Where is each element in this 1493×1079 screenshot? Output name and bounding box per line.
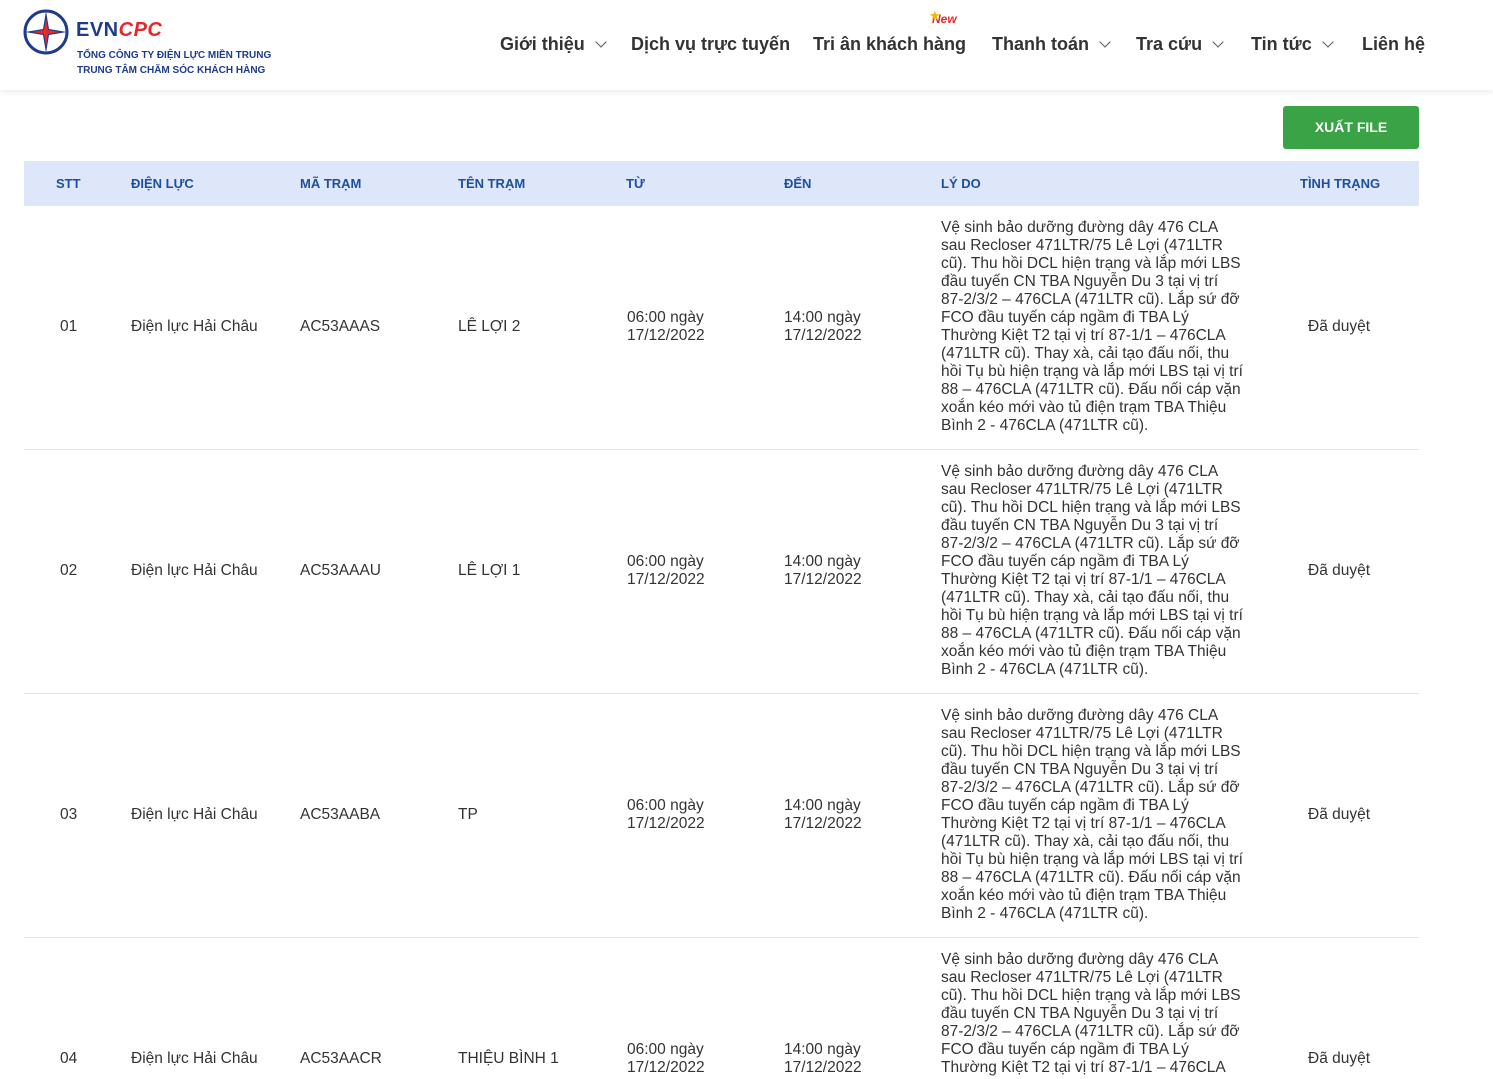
nav-label: Dịch vụ trực tuyến — [631, 34, 791, 54]
outage-table: STT ĐIỆN LỰC MÃ TRẠM TÊN TRẠM TỪ ĐẾN LÝ … — [24, 161, 1419, 1079]
col-header-ly-do: LÝ DO — [941, 176, 981, 191]
chevron-down-icon — [1099, 36, 1111, 48]
cell-tu: 06:00 ngày 17/12/2022 — [627, 553, 705, 588]
cell-stt: 02 — [60, 562, 78, 579]
nav-label: Giới thiệu — [500, 34, 585, 54]
col-header-dien-luc: ĐIỆN LỰC — [131, 176, 194, 191]
star-icon: ★ — [929, 8, 941, 23]
cell-ma-tram: AC53AAAS — [300, 318, 381, 335]
table-row: 04 Điện lực Hải Châu AC53AACR THIỆU BÌNH… — [24, 938, 1419, 1079]
cell-den: 14:00 ngày 17/12/2022 — [784, 309, 862, 344]
cell-tu: 06:00 ngày 17/12/2022 — [627, 797, 705, 832]
nav-lien-he[interactable]: Liên hệ — [1362, 32, 1425, 56]
nav-label: Tra cứu — [1136, 34, 1203, 54]
logo-center-name: TRUNG TÂM CHĂM SÓC KHÁCH HÀNG — [77, 65, 266, 76]
cell-den: 14:00 ngày 17/12/2022 — [784, 553, 862, 588]
cell-tinh-trang: Đã duyệt — [1308, 318, 1371, 335]
evn-lightning-icon — [23, 9, 69, 55]
cell-dien-luc: Điện lực Hải Châu — [131, 806, 258, 823]
cell-ten-tram: LÊ LỢI 2 — [458, 318, 521, 335]
cell-ma-tram: AC53AAAU — [300, 562, 381, 579]
brand-cpc: CPC — [118, 19, 163, 41]
nav-tra-cuu[interactable]: Tra cứu — [1136, 32, 1224, 56]
cell-tinh-trang: Đã duyệt — [1308, 806, 1371, 823]
nav-label: Tin tức — [1251, 34, 1312, 54]
nav-tri-an-khach-hang[interactable]: Tri ân khách hàng — [813, 32, 966, 56]
nav-label: Tri ân khách hàng — [813, 34, 967, 54]
col-header-tinh-trang: TÌNH TRẠNG — [1300, 176, 1381, 191]
table-row: 02 Điện lực Hải Châu AC53AAAU LÊ LỢI 1 0… — [24, 450, 1419, 694]
table-row: 03 Điện lực Hải Châu AC53AABA TP 06:00 n… — [24, 694, 1419, 938]
cell-stt: 03 — [60, 806, 78, 823]
brand-evn: EVN — [76, 19, 119, 41]
cell-den: 14:00 ngày 17/12/2022 — [784, 1041, 862, 1076]
col-header-stt: STT — [56, 176, 81, 191]
evncpc-logo[interactable]: EVNCPC TỔNG CÔNG TY ĐIỆN LỰC MIỀN TRUNG … — [22, 8, 292, 80]
col-header-tu: TỪ — [626, 176, 645, 191]
cell-ly-do: Vệ sinh bảo dưỡng đường dây 476 CLA sau … — [941, 219, 1243, 434]
cell-tinh-trang: Đã duyệt — [1308, 562, 1371, 579]
cell-tinh-trang: Đã duyệt — [1308, 1050, 1371, 1067]
cell-ly-do: Vệ sinh bảo dưỡng đường dây 476 CLA sau … — [941, 707, 1243, 922]
new-badge: ★ New — [929, 8, 957, 27]
chevron-down-icon — [1322, 36, 1334, 48]
site-header: EVNCPC TỔNG CÔNG TY ĐIỆN LỰC MIỀN TRUNG … — [0, 0, 1493, 90]
cell-dien-luc: Điện lực Hải Châu — [131, 562, 258, 579]
cell-den: 14:00 ngày 17/12/2022 — [784, 797, 862, 832]
cell-ma-tram: AC53AABA — [300, 806, 381, 823]
logo-company-name: TỔNG CÔNG TY ĐIỆN LỰC MIỀN TRUNG — [77, 50, 272, 61]
nav-thanh-toan[interactable]: Thanh toán — [992, 32, 1111, 56]
col-header-den: ĐẾN — [784, 176, 812, 191]
nav-tin-tuc[interactable]: Tin tức — [1251, 32, 1334, 56]
col-header-ten-tram: TÊN TRẠM — [458, 176, 526, 191]
nav-gioi-thieu[interactable]: Giới thiệu — [500, 32, 607, 56]
chevron-down-icon — [1212, 36, 1224, 48]
chevron-down-icon — [595, 36, 607, 48]
table-row: 01 Điện lực Hải Châu AC53AAAS LÊ LỢI 2 0… — [24, 206, 1419, 450]
cell-stt: 04 — [60, 1050, 78, 1067]
col-header-ma-tram: MÃ TRẠM — [300, 176, 362, 191]
cell-ten-tram: LÊ LỢI 1 — [458, 562, 521, 579]
table-header: STT ĐIỆN LỰC MÃ TRẠM TÊN TRẠM TỪ ĐẾN LÝ … — [24, 161, 1419, 206]
export-file-button[interactable]: XUẤT FILE — [1283, 106, 1419, 149]
cell-stt: 01 — [60, 318, 78, 335]
nav-label: Thanh toán — [992, 34, 1089, 54]
cell-dien-luc: Điện lực Hải Châu — [131, 1050, 258, 1067]
logo-brand: EVNCPC — [76, 18, 162, 42]
cell-tu: 06:00 ngày 17/12/2022 — [627, 1041, 705, 1076]
cell-tu: 06:00 ngày 17/12/2022 — [627, 309, 705, 344]
nav-label: Liên hệ — [1362, 34, 1426, 54]
cell-dien-luc: Điện lực Hải Châu — [131, 318, 258, 335]
cell-ten-tram: THIỆU BÌNH 1 — [458, 1050, 559, 1067]
cell-ten-tram: TP — [458, 806, 478, 823]
cell-ly-do: Vệ sinh bảo dưỡng đường dây 476 CLA sau … — [941, 951, 1241, 1076]
cell-ly-do: Vệ sinh bảo dưỡng đường dây 476 CLA sau … — [941, 463, 1243, 678]
nav-dich-vu-truc-tuyen[interactable]: Dịch vụ trực tuyến — [631, 32, 790, 56]
cell-ma-tram: AC53AACR — [300, 1050, 382, 1067]
